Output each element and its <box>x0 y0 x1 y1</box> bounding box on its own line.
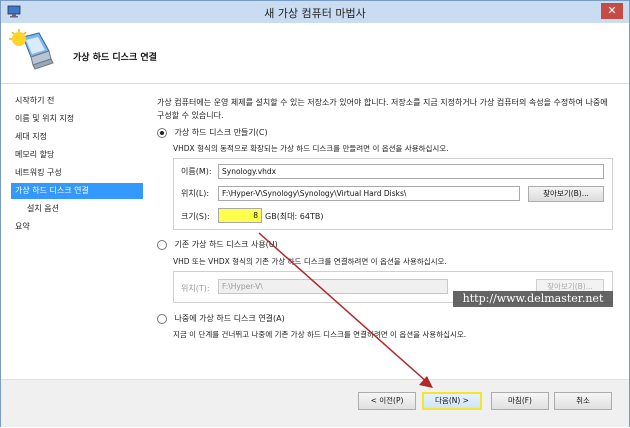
create-vhd-description: VHDX 형식의 동적으로 확장되는 가상 하드 디스크를 만들려면 이 옵션을… <box>173 144 449 153</box>
attach-later-description: 지금 이 단계를 건너뛰고 나중에 기존 가상 하드 디스크를 연결하려면 이 … <box>173 330 467 339</box>
size-label: 크기(S): <box>181 212 210 221</box>
wizard-footer: < 이전(P) 다음(N) > 마침(F) 취소 <box>1 379 629 427</box>
create-vhd-group: 이름(M): Synology.vhdx 위치(L): F:\Hyper-V\S… <box>173 158 613 230</box>
location-label: 위치(L): <box>181 189 210 198</box>
create-vhd-radio[interactable] <box>157 127 167 138</box>
create-vhd-label: 가상 하드 디스크 만들기(C) <box>174 128 268 137</box>
wizard-step-list: 시작하기 전 이름 및 위치 지정 세대 지정 메모리 할당 네트워킹 구성 가… <box>11 93 143 237</box>
close-button[interactable]: ✕ <box>601 3 623 19</box>
next-button[interactable]: 다음(N) > <box>422 392 482 410</box>
existing-location-input[interactable]: F:\Hyper-V\ <box>218 279 448 294</box>
nav-item-networking[interactable]: 네트워킹 구성 <box>11 165 143 181</box>
nav-item-before-you-begin[interactable]: 시작하기 전 <box>11 93 143 109</box>
nav-item-install-options[interactable]: 설치 옵션 <box>11 201 143 217</box>
cancel-button[interactable]: 취소 <box>554 392 612 410</box>
use-existing-vhd-description: VHD 또는 VHDX 형식의 기존 가상 하드 디스크를 연결하려면 이 옵션… <box>173 257 447 266</box>
create-vhd-option[interactable]: 가상 하드 디스크 만들기(C) <box>157 127 268 138</box>
nav-item-memory[interactable]: 메모리 할당 <box>11 147 143 163</box>
nav-item-generation[interactable]: 세대 지정 <box>11 129 143 145</box>
browse-location-button[interactable]: 찾아보기(B)... <box>528 186 604 202</box>
use-existing-vhd-option[interactable]: 기존 가상 하드 디스크 사용(U) <box>157 239 278 250</box>
nav-item-summary[interactable]: 요약 <box>11 219 143 235</box>
attach-later-radio[interactable] <box>157 313 167 324</box>
name-input[interactable]: Synology.vhdx <box>218 164 604 179</box>
use-existing-vhd-radio[interactable] <box>157 239 167 250</box>
size-input[interactable]: 8 <box>218 208 262 223</box>
wizard-window: 새 가상 컴퓨터 마법사 ✕ 가상 하드 디스크 연결 시작하기 전 이름 및 … <box>0 0 630 427</box>
nav-item-name-location[interactable]: 이름 및 위치 지정 <box>11 111 143 127</box>
location-input[interactable]: F:\Hyper-V\Synology\Synology\Virtual Har… <box>218 186 520 201</box>
finish-button[interactable]: 마침(F) <box>491 392 549 410</box>
name-label: 이름(M): <box>181 167 212 176</box>
window-title: 새 가상 컴퓨터 마법사 <box>264 7 366 20</box>
use-existing-vhd-label: 기존 가상 하드 디스크 사용(U) <box>174 240 278 249</box>
nav-item-virtual-hard-disk[interactable]: 가상 하드 디스크 연결 <box>11 183 143 199</box>
watermark-text: http://www.delmaster.net <box>453 291 613 307</box>
previous-button[interactable]: < 이전(P) <box>358 392 416 410</box>
intro-text: 가상 컴퓨터에는 운영 체제를 설치할 수 있는 저장소가 있어야 합니다. 저… <box>157 98 608 120</box>
title-bar: 새 가상 컴퓨터 마법사 ✕ <box>1 1 629 23</box>
attach-later-label: 나중에 가상 하드 디스크 연결(A) <box>174 314 285 323</box>
page-heading: 가상 하드 디스크 연결 <box>73 53 157 63</box>
wizard-banner: 가상 하드 디스크 연결 <box>1 23 629 84</box>
attach-later-option[interactable]: 나중에 가상 하드 디스크 연결(A) <box>157 313 285 324</box>
wizard-content: 가상 컴퓨터에는 운영 체제를 설치할 수 있는 저장소가 있어야 합니다. 저… <box>157 96 617 122</box>
wizard-computer-icon <box>9 29 54 70</box>
size-unit-text: GB(최대: 64TB) <box>265 212 324 221</box>
existing-location-label: 위치(T): <box>181 284 210 293</box>
